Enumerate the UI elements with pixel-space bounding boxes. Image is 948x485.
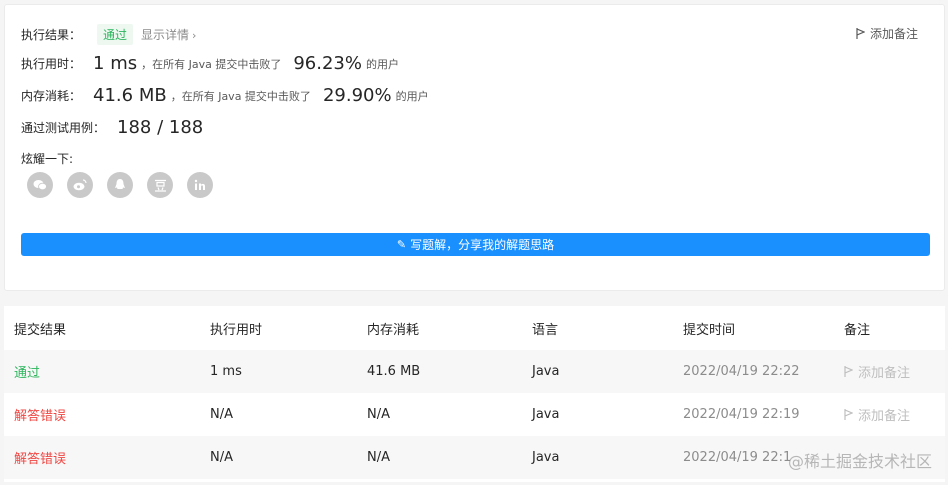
- row-memory: N/A: [367, 407, 390, 422]
- flag-icon: [844, 409, 853, 420]
- memory-suffix: 的用户: [395, 89, 429, 103]
- row-submit-time: 2022/04/19 22:19: [683, 407, 800, 422]
- row-submit-time: 2022/04/19 22:22: [683, 364, 800, 379]
- header-language: 语言: [532, 322, 559, 338]
- row-language: Java: [532, 407, 560, 422]
- row-memory: N/A: [367, 450, 390, 465]
- tests-label: 通过测试用例：: [21, 121, 106, 135]
- header-result: 提交结果: [14, 322, 67, 338]
- status-badge: 通过: [97, 24, 134, 45]
- row-result[interactable]: 通过: [4, 362, 200, 381]
- wechat-icon[interactable]: [27, 172, 53, 198]
- memory-row: 内存消耗： 41.6 MB ，在所有 Java 提交中击败了 29.90% 的用…: [21, 85, 429, 106]
- chevron-right-icon: ›: [192, 29, 197, 42]
- row-language: Java: [532, 450, 560, 465]
- add-note-button[interactable]: 添加备注: [856, 25, 918, 42]
- table-row[interactable]: 通过 1 ms 41.6 MB Java 2022/04/19 22:22 添加…: [4, 350, 945, 393]
- memory-percent: 29.90%: [322, 85, 392, 106]
- row-add-note-label: 添加备注: [858, 409, 911, 424]
- header-note: 备注: [844, 322, 871, 338]
- runtime-prefix: ，在所有 Java 提交中击败了: [141, 57, 282, 71]
- table-header: 提交结果 执行用时 内存消耗 语言 提交时间 备注: [4, 306, 945, 350]
- show-details-label: 显示详情: [141, 28, 190, 42]
- header-submit-time: 提交时间: [683, 322, 736, 338]
- show-details-link[interactable]: 显示详情 ›: [141, 26, 196, 43]
- row-language: Java: [532, 364, 560, 379]
- douban-icon[interactable]: [147, 172, 173, 198]
- runtime-suffix: 的用户: [365, 57, 399, 71]
- table-row[interactable]: 解答错误 N/A N/A Java 2022/04/19 22:19 添加备注: [4, 393, 945, 436]
- row-runtime: 1 ms: [210, 364, 242, 379]
- tests-value: 188 / 188: [117, 117, 204, 138]
- row-add-note-button[interactable]: 添加备注: [834, 405, 945, 424]
- result-label: 执行结果：: [21, 28, 82, 42]
- weibo-icon[interactable]: [67, 172, 93, 198]
- row-add-note-button[interactable]: 添加备注: [834, 362, 945, 381]
- watermark: @稀土掘金技术社区: [787, 452, 932, 471]
- row-runtime: N/A: [210, 407, 233, 422]
- share-icons: [27, 172, 227, 198]
- row-runtime: N/A: [210, 450, 233, 465]
- row-memory: 41.6 MB: [367, 364, 421, 379]
- memory-label: 内存消耗：: [21, 89, 82, 103]
- flag-icon: [856, 28, 865, 39]
- flag-icon: [844, 366, 853, 377]
- memory-prefix: ，在所有 Java 提交中击败了: [170, 89, 311, 103]
- add-note-label: 添加备注: [869, 27, 918, 41]
- runtime-row: 执行用时： 1 ms ，在所有 Java 提交中击败了 96.23% 的用户: [21, 53, 399, 74]
- linkedin-icon[interactable]: [187, 172, 213, 198]
- memory-value: 41.6 MB: [93, 85, 167, 106]
- result-row: 执行结果： 通过 显示详情 ›: [21, 24, 196, 45]
- pencil-icon: ✎: [396, 238, 407, 251]
- tests-row: 通过测试用例： 188 / 188: [21, 117, 207, 138]
- runtime-value: 1 ms: [93, 53, 138, 74]
- qq-icon[interactable]: [107, 172, 133, 198]
- runtime-label: 执行用时：: [21, 57, 82, 71]
- write-solution-button[interactable]: ✎ 写题解，分享我的解题思路: [21, 233, 930, 256]
- row-result[interactable]: 解答错误: [4, 448, 200, 467]
- row-result[interactable]: 解答错误: [4, 405, 200, 424]
- share-label: 炫耀一下:: [21, 152, 74, 166]
- result-card: 执行结果： 通过 显示详情 › 添加备注 执行用时： 1 ms ，在所有 Java…: [4, 4, 945, 291]
- write-solution-label: 写题解，分享我的解题思路: [410, 238, 555, 252]
- header-runtime: 执行用时: [210, 322, 263, 338]
- runtime-percent: 96.23%: [293, 53, 362, 74]
- share-row: 炫耀一下:: [21, 150, 73, 167]
- header-memory: 内存消耗: [367, 322, 420, 338]
- row-add-note-label: 添加备注: [858, 366, 911, 381]
